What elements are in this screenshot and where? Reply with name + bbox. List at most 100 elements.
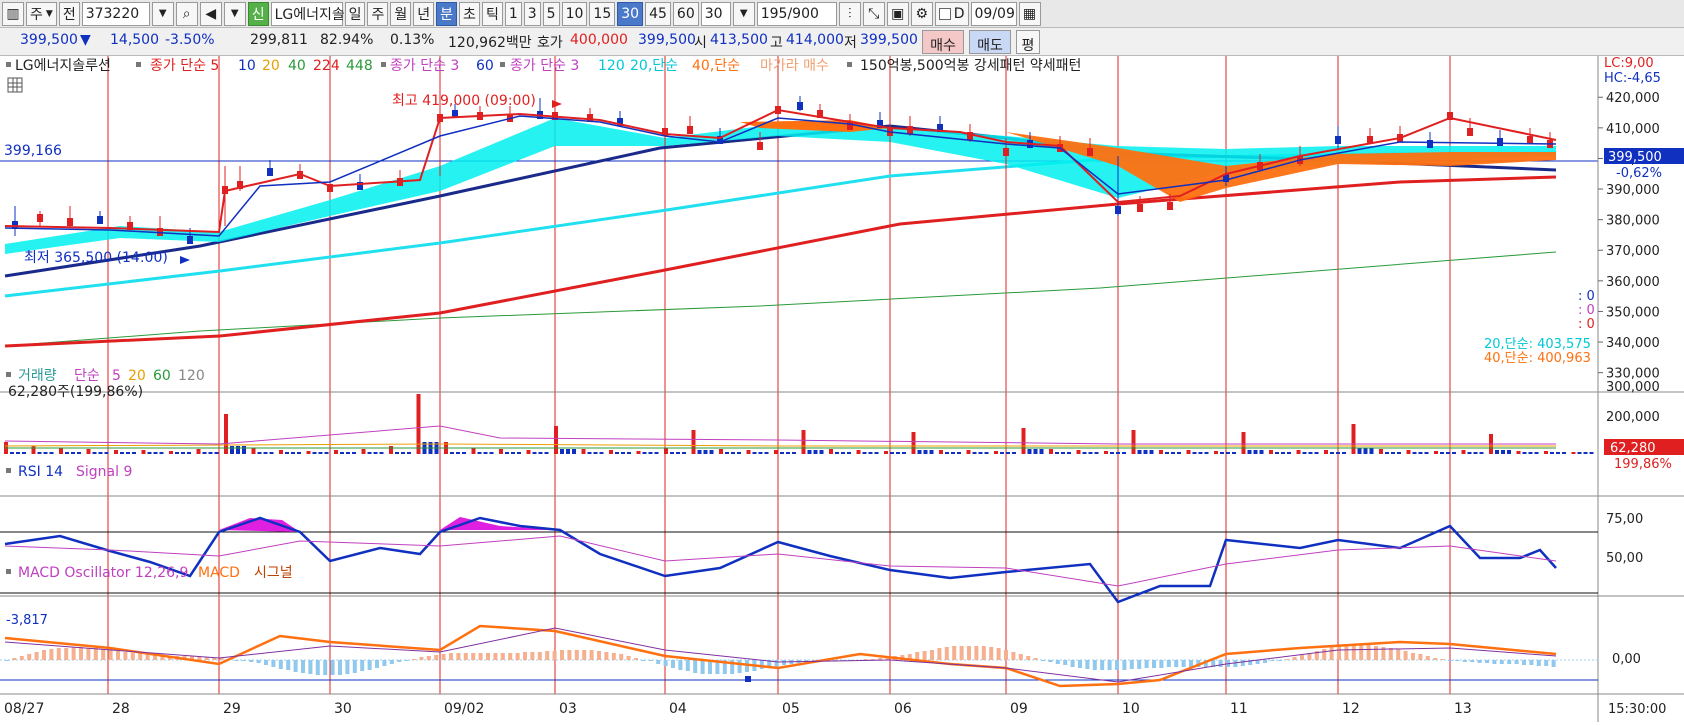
vol-ma-60: 60 [153, 368, 171, 384]
volume-bar [1351, 424, 1356, 454]
candle-body [797, 102, 803, 110]
scope-select[interactable]: 전 [58, 1, 80, 26]
table-icon[interactable] [7, 77, 23, 93]
volume-bar [1171, 452, 1175, 454]
dropdown-icon[interactable]: ▼ [223, 1, 246, 26]
candle-body [67, 218, 73, 226]
gear-icon[interactable]: ⚙ [910, 1, 933, 26]
volume-bar [544, 452, 549, 454]
volume-bar [1571, 452, 1576, 454]
volume-bar [483, 452, 488, 454]
period-week[interactable]: 주 [367, 1, 389, 26]
macd-histogram-bar [352, 660, 357, 673]
save-icon[interactable]: ▣ [886, 1, 909, 26]
chevron-down-icon[interactable]: ▼ [151, 1, 174, 26]
chart-area[interactable]: LG에너지솔루션 종가 단순 5 10 20 40 224 448 종가 단순 … [0, 56, 1684, 722]
volume-bar [269, 452, 274, 454]
volume-bar [1088, 452, 1093, 454]
candle-body [1167, 202, 1173, 210]
macd-histogram-bar [1100, 660, 1105, 670]
d-checkbox[interactable]: D [934, 1, 969, 26]
volume-bar [263, 452, 268, 454]
macd-histogram-bar [1462, 660, 1467, 662]
volume-bar [114, 450, 118, 454]
unit-tick[interactable]: 틱 [481, 1, 503, 26]
macd-histogram-bar [19, 656, 24, 660]
volume-bar [104, 452, 109, 454]
volume-bar [1094, 452, 1099, 454]
volume-bar [1122, 452, 1126, 454]
bars-input[interactable]: 195/900 [756, 1, 837, 26]
compare-icon[interactable]: ⤡ [862, 1, 885, 26]
interval-5[interactable]: 5 [542, 1, 560, 26]
interval-45[interactable]: 45 [645, 1, 671, 26]
period-select[interactable]: 주 ▼ [26, 1, 57, 26]
macd-histogram-bar [582, 650, 587, 660]
interval-10[interactable]: 10 [561, 1, 588, 26]
legend-ma3-p120: 120 [598, 58, 625, 74]
macd-histogram-bar [1544, 660, 1549, 666]
code-input[interactable]: 373220 [81, 1, 150, 26]
volume-bar [1241, 432, 1246, 454]
volume-bar [581, 449, 586, 454]
interval-60[interactable]: 60 [672, 1, 699, 26]
period-year[interactable]: 년 [413, 1, 435, 26]
macd-histogram-bar [1166, 660, 1171, 667]
candles-icon[interactable]: ⫶ [838, 1, 861, 26]
macd-histogram-bar [493, 653, 498, 660]
chart-svg[interactable]: LG에너지솔루션 종가 단순 5 10 20 40 224 448 종가 단순 … [0, 56, 1684, 722]
macd-histogram-bar [552, 651, 557, 660]
interval-15[interactable]: 15 [589, 1, 616, 26]
speaker-icon[interactable]: ◀ [199, 1, 222, 26]
calendar-icon[interactable]: ▦ [1018, 1, 1041, 26]
low-label: 저 [844, 35, 857, 51]
volume-bar [1165, 452, 1169, 454]
count-input[interactable]: 30 [700, 1, 731, 26]
macd-histogram-bar [560, 650, 564, 660]
interval-3[interactable]: 3 [523, 1, 541, 26]
buy-button[interactable]: 매수 [922, 30, 964, 54]
macd-histogram-bar [996, 648, 1001, 660]
volume-bar [1192, 452, 1197, 454]
volume-bar [1110, 452, 1114, 454]
volume-bar [214, 452, 219, 454]
volume-bar [16, 452, 20, 454]
volume-bar [786, 452, 790, 454]
volume-bar [175, 452, 179, 454]
avg-button[interactable]: 평 [1016, 30, 1040, 54]
sell-button[interactable]: 매도 [969, 30, 1011, 54]
volume-bar [1308, 452, 1313, 454]
period-day[interactable]: 일 [344, 1, 366, 26]
x-axis-label: 04 [669, 701, 687, 717]
search-icon[interactable]: ⌕ [175, 1, 198, 26]
unit-minute[interactable]: 분 [436, 1, 458, 26]
volume-bar [599, 452, 604, 454]
unit-second[interactable]: 초 [459, 1, 480, 26]
volume-bar [196, 449, 201, 454]
legend-ma3-a: 20,단순 [630, 58, 678, 74]
volume-bar [159, 452, 164, 454]
candle-body [687, 126, 693, 134]
layout-icon[interactable]: ▥ [2, 1, 24, 26]
volume-bar [334, 450, 338, 454]
macd-histogram-bar [367, 660, 372, 670]
volume-bar [312, 452, 317, 454]
volume-bar [1461, 450, 1466, 454]
volume-bar [1143, 450, 1148, 454]
date-input[interactable]: 09/09 [970, 1, 1017, 26]
candle-body [1115, 206, 1121, 214]
volume-bar [709, 450, 714, 454]
chevron-down-icon[interactable]: ▼ [732, 1, 755, 26]
volume-bar [1214, 451, 1218, 454]
period-month[interactable]: 월 [390, 1, 412, 26]
ask-price: 400,000 [570, 32, 628, 48]
macd-histogram-bar [1026, 656, 1031, 660]
candle-body [1427, 140, 1433, 148]
interval-30[interactable]: 30 [617, 1, 644, 26]
volume-bar [1397, 452, 1401, 454]
volume-bar [966, 450, 971, 454]
interval-1[interactable]: 1 [504, 1, 522, 26]
macd-histogram-bar [515, 653, 520, 660]
macd-histogram-bar [545, 651, 550, 660]
macd-histogram-bar [1322, 649, 1327, 660]
